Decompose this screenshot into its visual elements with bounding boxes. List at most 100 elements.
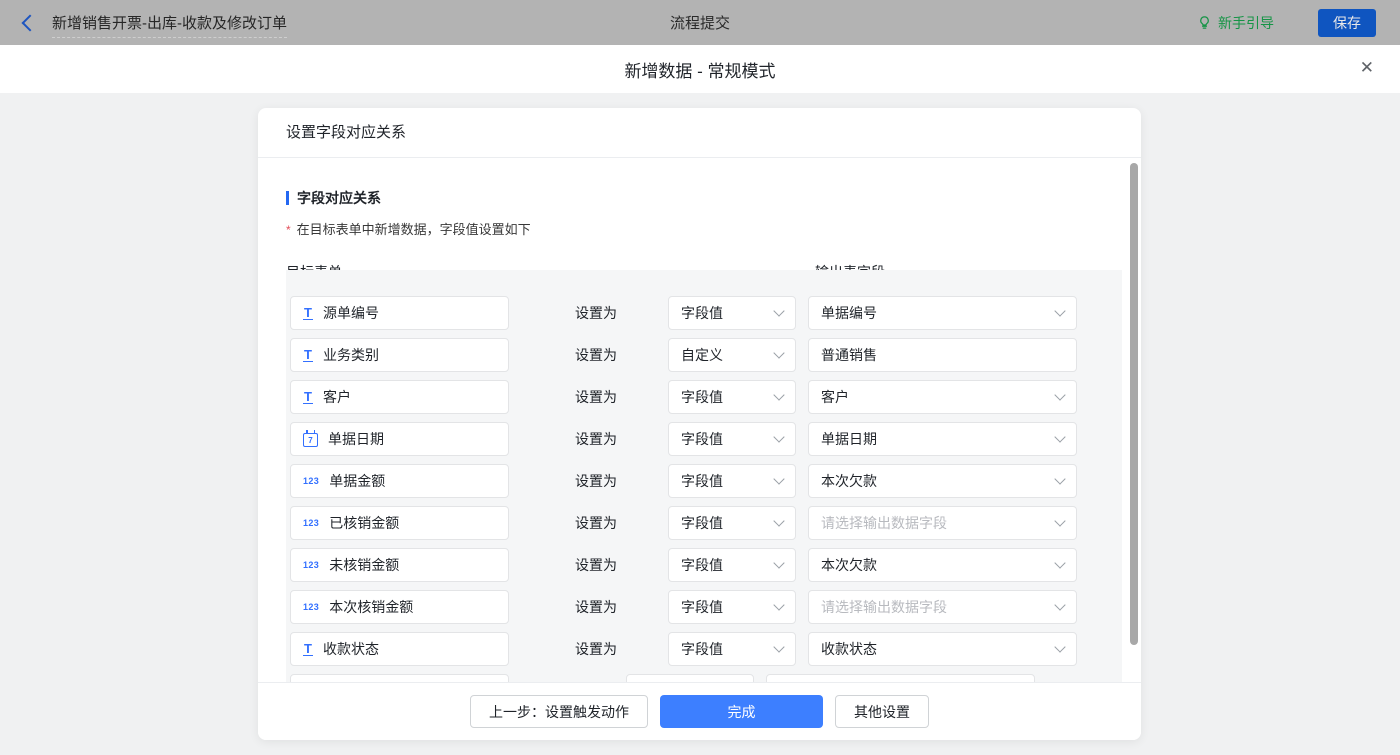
value-type-select[interactable]: 字段值 [668,506,796,540]
scrollbar-thumb[interactable] [1130,163,1138,645]
output-field-text: 请选择输出数据字段 [821,597,947,617]
output-field-text: 单据日期 [821,429,877,449]
target-field[interactable]: 123 单据金额 [290,464,509,498]
mapping-row: 123 未核销金额 设置为 字段值 本次欠款 [286,548,1122,582]
value-type-select[interactable]: 字段值 [668,590,796,624]
close-icon[interactable]: ✕ [1360,59,1374,76]
text-field-icon: T [303,306,313,320]
value-type-text: 字段值 [681,387,723,407]
value-type-text: 字段值 [681,303,723,323]
output-field-select[interactable]: 单据日期 [808,422,1077,456]
output-field-text: 收款状态 [821,639,877,659]
output-field-text: 本次欠款 [821,555,877,575]
chevron-down-icon [1054,473,1065,484]
text-field-icon: T [303,642,313,656]
target-field-label: 源单编号 [323,303,379,323]
output-field-select[interactable]: 本次欠款 [808,464,1077,498]
chevron-down-icon [773,431,784,442]
prev-step-button[interactable]: 上一步：设置触发动作 [470,695,648,728]
output-field-select[interactable]: 本次欠款 [808,548,1077,582]
text-field-icon: T [303,348,313,362]
target-field[interactable]: T 源单编号 [290,296,509,330]
mapping-row: T客户设置为字段值客户 [286,380,1122,414]
target-field[interactable]: T客户 [290,380,509,414]
target-field-label: 单据日期 [328,429,384,449]
chevron-down-icon [773,473,784,484]
set-as-label: 设置为 [575,471,617,491]
output-field-select[interactable]: 客户 [808,380,1077,414]
guide-label: 新手引导 [1218,13,1274,33]
target-field[interactable]: 7 单据日期 [290,422,509,456]
target-field[interactable]: T收款状态 [290,632,509,666]
lightbulb-icon [1197,15,1212,30]
date-field-icon: 7 [303,433,318,447]
value-type-select[interactable]: 字段值 [668,422,796,456]
chevron-down-icon [1054,599,1065,610]
set-as-label: 设置为 [575,303,617,323]
chevron-down-icon [1054,431,1065,442]
chevron-down-icon [1054,515,1065,526]
value-type-select[interactable]: 字段值 [668,296,796,330]
section-title: 字段对应关系 [297,188,381,208]
target-field[interactable]: 123 已核销金额 [290,506,509,540]
target-field-label: 单据金额 [329,471,385,491]
chevron-down-icon [773,557,784,568]
output-value-input[interactable]: 普通销售 [808,338,1077,372]
value-type-select[interactable]: 字段值 [668,548,796,582]
section-note: *在目标表单中新增数据，字段值设置如下 [286,219,1113,238]
target-field[interactable]: 123 本次核销金额 [290,590,509,624]
number-field-icon: 123 [303,560,319,570]
number-field-icon: 123 [303,476,319,486]
number-field-icon: 123 [303,518,319,528]
number-field-icon: 123 [303,602,319,612]
target-field[interactable]: 123 未核销金额 [290,548,509,582]
mapping-row: 123 本次核销金额 设置为 字段值 请选择输出数据字段 [286,590,1122,624]
output-field-text: 请选择输出数据字段 [821,513,947,533]
done-button[interactable]: 完成 [660,695,823,728]
modal-body: 设置字段对应关系 字段对应关系 *在目标表单中新增数据，字段值设置如下 目标表单… [0,93,1400,755]
output-field-select[interactable]: 请选择输出数据字段 [808,506,1077,540]
output-field-text: 客户 [821,387,849,407]
mapping-row: 7 单据日期 设置为 字段值 单据日期 [286,422,1122,456]
value-type-text: 字段值 [681,513,723,533]
field-mapping-panel: 设置字段对应关系 字段对应关系 *在目标表单中新增数据，字段值设置如下 目标表单… [258,108,1141,740]
value-type-text: 字段值 [681,639,723,659]
set-as-label: 设置为 [575,555,617,575]
nav-process-submit[interactable]: 流程提交 [0,12,1400,33]
output-field-select[interactable]: 请选择输出数据字段 [808,590,1077,624]
chevron-down-icon [773,305,784,316]
section-title-row: 字段对应关系 [286,188,1113,208]
beginner-guide-link[interactable]: 新手引导 [1197,13,1274,33]
output-field-select[interactable]: 收款状态 [808,632,1077,666]
chevron-down-icon [773,389,784,400]
chevron-down-icon [773,347,784,358]
set-as-label: 设置为 [575,429,617,449]
other-settings-button[interactable]: 其他设置 [835,695,929,728]
target-field-label: 本次核销金额 [329,597,413,617]
value-type-select[interactable]: 字段值 [668,464,796,498]
top-bar: 新增销售开票-出库-收款及修改订单 流程提交 新手引导 保存 [0,0,1400,45]
mapping-row: 123已核销金额设置为字段值请选择输出数据字段 [286,506,1122,540]
section-accent-bar [286,191,289,205]
panel-footer: 上一步：设置触发动作 完成 其他设置 [258,682,1141,740]
required-mark: * [286,223,291,237]
output-value-text: 普通销售 [821,345,877,365]
set-as-label: 设置为 [575,639,617,659]
value-type-select[interactable]: 字段值 [668,380,796,414]
value-type-text: 自定义 [681,345,723,365]
chevron-down-icon [1054,641,1065,652]
value-type-text: 字段值 [681,597,723,617]
save-button[interactable]: 保存 [1318,9,1376,37]
value-type-select[interactable]: 字段值 [668,632,796,666]
target-field-label: 已核销金额 [329,513,399,533]
set-as-label: 设置为 [575,345,617,365]
target-field[interactable]: T业务类别 [290,338,509,372]
set-as-label: 设置为 [575,597,617,617]
value-type-select[interactable]: 自定义 [668,338,796,372]
chevron-down-icon [1054,305,1065,316]
target-field-label: 未核销金额 [329,555,399,575]
chevron-down-icon [773,515,784,526]
output-field-select[interactable]: 单据编号 [808,296,1077,330]
output-field-text: 本次欠款 [821,471,877,491]
value-type-text: 字段值 [681,471,723,491]
